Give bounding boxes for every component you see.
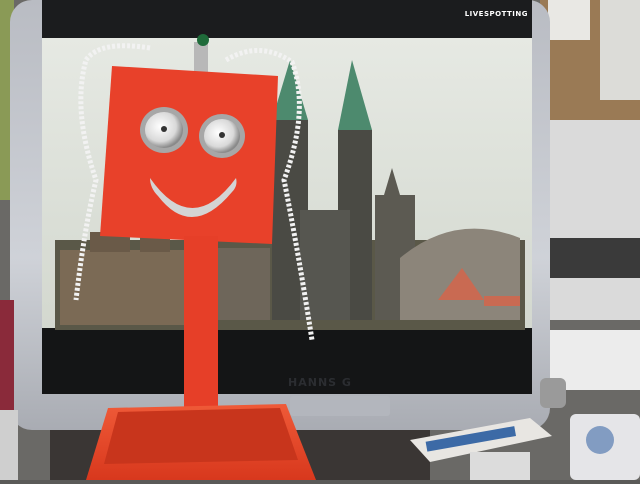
- monitor-buttons: [290, 396, 390, 416]
- robot-pupil-right: [219, 132, 225, 138]
- paper-strip: [470, 452, 530, 480]
- printer-body: [548, 120, 640, 320]
- left-edge-paper: [0, 410, 18, 480]
- photo-scene: [0, 0, 640, 480]
- antenna-led: [197, 34, 209, 46]
- screen-top-band: [42, 0, 532, 38]
- scene-svg: [0, 0, 640, 480]
- screen-watermark-label: LIVESPOTTING: [464, 10, 528, 18]
- antenna-bolt: [194, 42, 208, 74]
- robot-neck: [184, 236, 218, 408]
- speaker-knob: [540, 378, 566, 408]
- pinned-note: [548, 0, 590, 40]
- building-left: [60, 250, 190, 325]
- left-edge-book: [0, 300, 14, 410]
- printer-slot: [548, 238, 640, 278]
- monitor-brand-label: HANNS G: [288, 376, 352, 389]
- robot-pupil-left: [161, 126, 167, 132]
- pinned-paper: [600, 0, 640, 100]
- robot-head: [100, 66, 278, 244]
- robot-box-inner: [104, 408, 298, 464]
